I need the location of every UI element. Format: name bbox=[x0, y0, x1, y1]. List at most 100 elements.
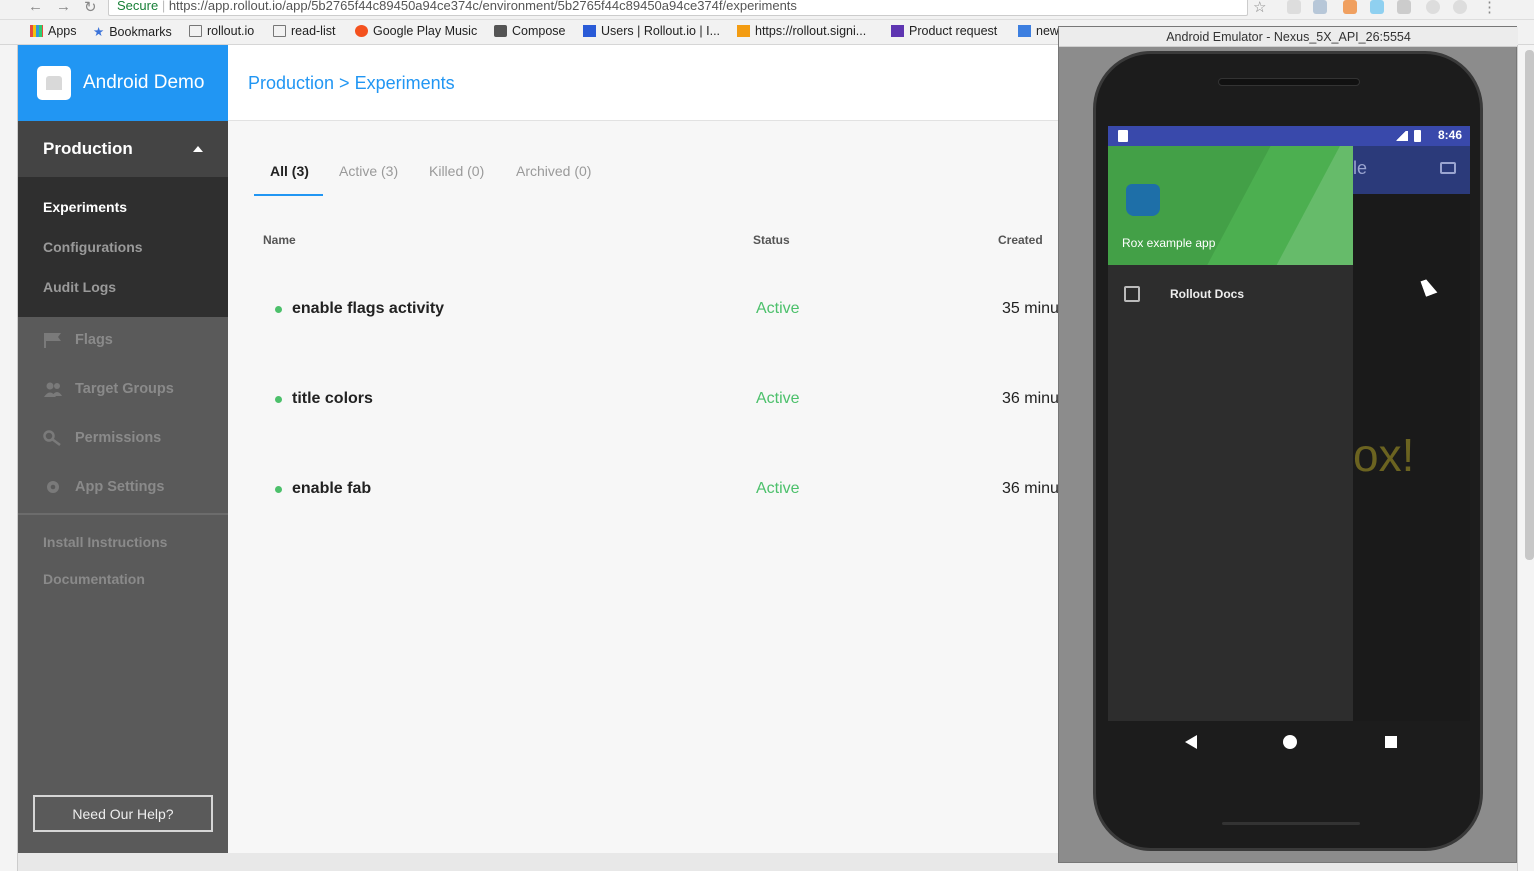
column-header-status[interactable]: Status bbox=[753, 233, 790, 247]
tab-all[interactable]: All (3) bbox=[270, 163, 309, 179]
phone-frame: 8:46 le ox! Rox example app Rollout Docs bbox=[1093, 51, 1483, 851]
sidebar-item-flags[interactable]: Flags bbox=[43, 332, 113, 348]
menu-icon[interactable]: ⋮ bbox=[1482, 0, 1497, 16]
form-icon bbox=[891, 25, 904, 37]
extension-icon[interactable] bbox=[1370, 0, 1384, 14]
drawer-item-rollout-docs[interactable]: Rollout Docs bbox=[1124, 286, 1244, 302]
video-library-icon bbox=[1124, 286, 1140, 302]
back-icon[interactable]: ← bbox=[28, 0, 43, 15]
bookmark-google-play-music[interactable]: Google Play Music bbox=[355, 24, 477, 38]
app-hello-text: ox! bbox=[1353, 429, 1415, 481]
status-dot bbox=[275, 395, 282, 403]
bookmark-rollout-signin[interactable]: https://rollout.signi... bbox=[737, 24, 866, 38]
install-instructions-link[interactable]: Install Instructions bbox=[43, 534, 167, 550]
bookmark-bookmarks[interactable]: ★ Bookmarks bbox=[93, 24, 172, 40]
cast-icon[interactable] bbox=[1397, 0, 1411, 14]
sidebar-item-audit-logs[interactable]: Audit Logs bbox=[43, 279, 116, 295]
folder-icon bbox=[273, 25, 286, 37]
forward-icon[interactable]: → bbox=[56, 0, 71, 15]
tab-killed[interactable]: Killed (0) bbox=[429, 163, 484, 179]
experiment-row-name[interactable]: enable fab bbox=[275, 480, 371, 498]
reload-icon[interactable]: ↻ bbox=[84, 0, 97, 16]
bookmark-compose[interactable]: Compose bbox=[494, 24, 566, 38]
app-logo bbox=[1126, 184, 1160, 216]
bookmark-apps[interactable]: Apps bbox=[30, 24, 77, 38]
android-nav-bar bbox=[1108, 721, 1470, 765]
address-bar[interactable]: Secure | https://app.rollout.io/app/5b27… bbox=[108, 0, 1248, 16]
signal-icon bbox=[1394, 131, 1408, 141]
sidebar-item-app-settings[interactable]: App Settings bbox=[43, 479, 164, 495]
documentation-link[interactable]: Documentation bbox=[43, 571, 145, 587]
extension-icon[interactable] bbox=[1426, 0, 1440, 14]
caret-up-icon bbox=[193, 146, 203, 152]
extension-icon[interactable] bbox=[1313, 0, 1327, 14]
star-icon: ★ bbox=[93, 25, 105, 39]
camera-icon[interactable] bbox=[1440, 162, 1456, 174]
rollout-icon bbox=[737, 25, 750, 37]
browser-toolbar: ← → ↻ Secure | https://app.rollout.io/ap… bbox=[0, 0, 1534, 20]
extension-icon[interactable] bbox=[1287, 0, 1301, 14]
breadcrumb[interactable]: Production > Experiments bbox=[248, 73, 455, 94]
app-toolbar: le bbox=[1353, 146, 1470, 194]
bookmark-users[interactable]: Users | Rollout.io | I... bbox=[583, 24, 720, 38]
intercom-icon bbox=[583, 25, 596, 37]
sidebar-divider bbox=[18, 513, 228, 515]
app-name: Android Demo bbox=[83, 72, 205, 93]
experiment-row-status: Active bbox=[756, 390, 800, 407]
page-header: Production > Experiments bbox=[228, 45, 1058, 121]
compose-icon bbox=[494, 25, 507, 37]
back-nav-icon[interactable] bbox=[1185, 735, 1197, 749]
star-icon[interactable]: ☆ bbox=[1253, 0, 1266, 16]
tab-active[interactable]: Active (3) bbox=[339, 163, 398, 179]
experiment-row-status: Active bbox=[756, 480, 800, 497]
tab-archived[interactable]: Archived (0) bbox=[516, 163, 591, 179]
url-text: https://app.rollout.io/app/5b2765f44c894… bbox=[168, 0, 797, 13]
column-header-name[interactable]: Name bbox=[263, 233, 296, 247]
extension-icon[interactable] bbox=[1453, 0, 1467, 14]
column-header-created[interactable]: Created bbox=[998, 233, 1043, 247]
secure-label: Secure bbox=[117, 0, 159, 13]
android-status-bar: 8:46 bbox=[1108, 126, 1470, 146]
music-icon bbox=[355, 25, 368, 37]
bookmark-read-list[interactable]: read-list bbox=[273, 24, 335, 38]
environment-selector[interactable]: Production bbox=[18, 121, 228, 177]
emulator-window: Android Emulator - Nexus_5X_API_26:5554 … bbox=[1058, 26, 1518, 863]
folder-icon bbox=[189, 25, 202, 37]
home-nav-icon[interactable] bbox=[1283, 735, 1297, 749]
gear-icon bbox=[47, 481, 59, 493]
bookmark-product-request[interactable]: Product request bbox=[891, 24, 997, 38]
phone-chin bbox=[1222, 822, 1360, 825]
emulator-title: Android Emulator - Nexus_5X_API_26:5554 bbox=[1059, 27, 1518, 47]
phone-screen: 8:46 le ox! Rox example app Rollout Docs bbox=[1108, 126, 1470, 721]
sidebar-item-permissions[interactable]: Permissions bbox=[43, 430, 161, 446]
experiment-row-created: 35 minu bbox=[1002, 300, 1059, 317]
recents-nav-icon[interactable] bbox=[1385, 736, 1397, 748]
navigation-drawer: Rox example app Rollout Docs bbox=[1108, 146, 1353, 721]
environment-menu: Experiments Configurations Audit Logs bbox=[18, 177, 228, 317]
extension-icon[interactable] bbox=[1343, 0, 1357, 14]
status-dot bbox=[275, 305, 282, 313]
sidebar: Android Demo Production Experiments Conf… bbox=[18, 45, 228, 853]
clock: 8:46 bbox=[1437, 128, 1462, 142]
scrollbar[interactable] bbox=[1525, 50, 1534, 560]
sidebar-item-target-groups[interactable]: Target Groups bbox=[43, 381, 174, 397]
app-brand[interactable]: Android Demo bbox=[18, 45, 228, 121]
battery-icon bbox=[1414, 130, 1421, 142]
users-icon bbox=[44, 382, 62, 397]
sidebar-item-experiments[interactable]: Experiments bbox=[43, 199, 127, 215]
drawer-title: Rox example app bbox=[1122, 236, 1216, 250]
app-logo bbox=[37, 66, 71, 100]
bookmark-new[interactable]: new bbox=[1018, 24, 1059, 38]
flag-icon bbox=[44, 333, 61, 348]
bookmark-rollout[interactable]: rollout.io bbox=[189, 24, 254, 38]
help-button[interactable]: Need Our Help? bbox=[33, 795, 213, 832]
experiment-row-name[interactable]: enable flags activity bbox=[275, 300, 444, 318]
drawer-header: Rox example app bbox=[1108, 146, 1353, 265]
doc-icon bbox=[1018, 25, 1031, 37]
sidebar-item-configurations[interactable]: Configurations bbox=[43, 239, 143, 255]
experiment-row-status: Active bbox=[756, 300, 800, 317]
sd-card-icon bbox=[1118, 130, 1128, 142]
experiment-row-name[interactable]: title colors bbox=[275, 390, 373, 408]
toolbar-title: le bbox=[1353, 158, 1368, 178]
background-window bbox=[0, 45, 18, 871]
